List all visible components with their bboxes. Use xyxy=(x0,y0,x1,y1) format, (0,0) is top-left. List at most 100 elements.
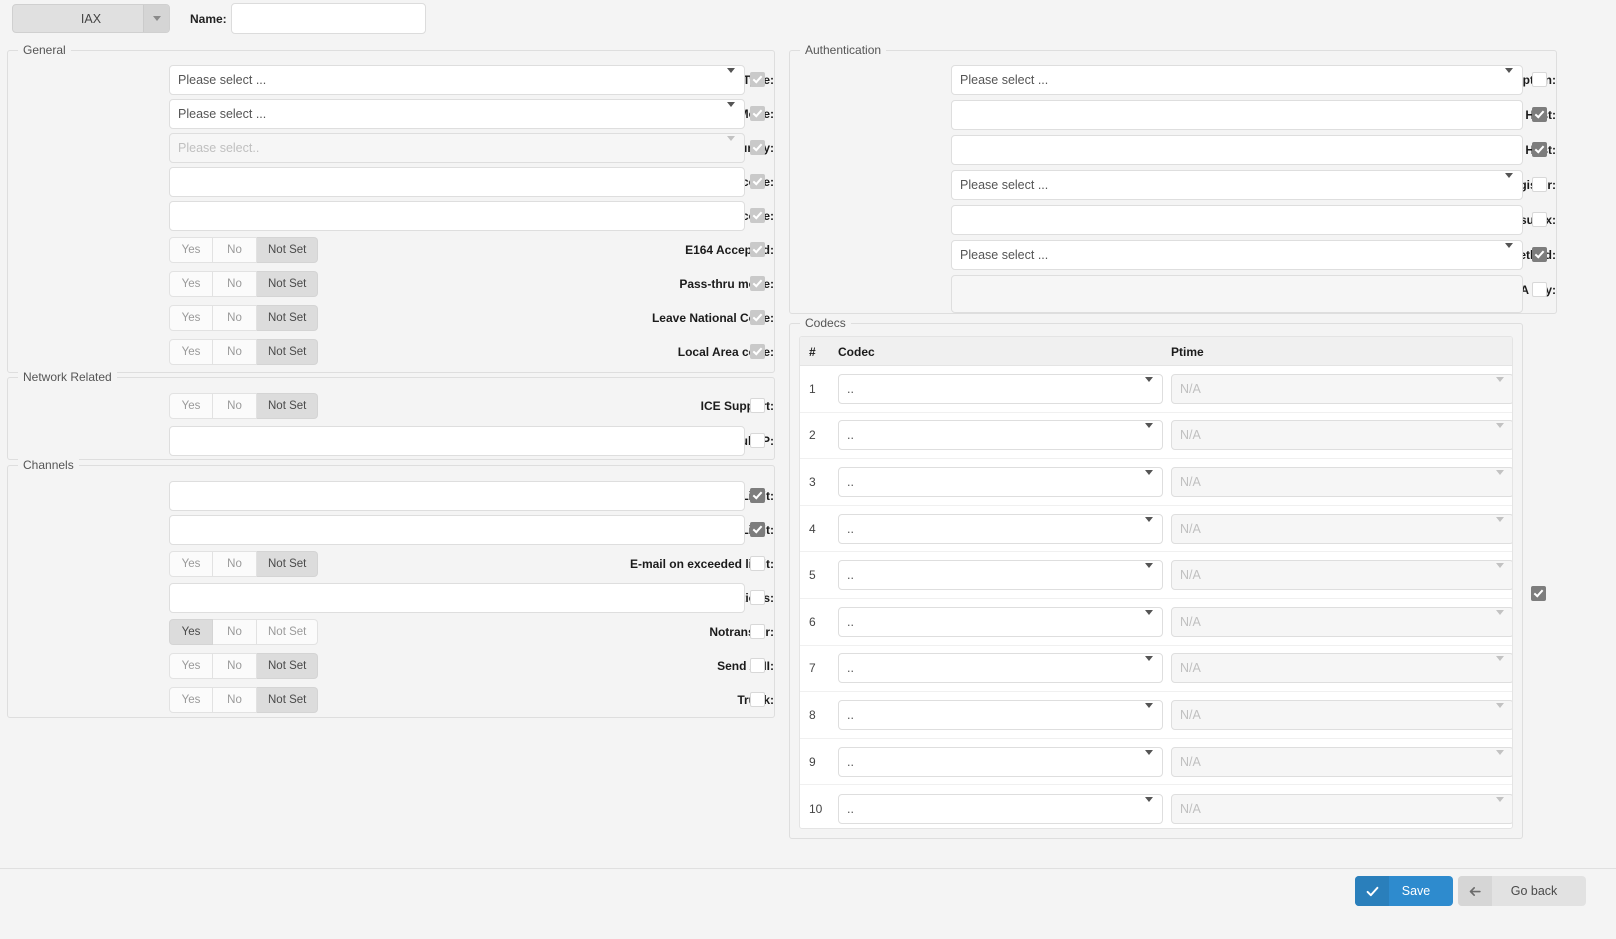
codec-select-control-4[interactable]: .. xyxy=(838,513,1163,544)
toggle-notransfer-not-set[interactable]: Not Set xyxy=(257,619,319,645)
toggle-ice-support-no[interactable]: No xyxy=(213,393,257,419)
input-international-dialing-code[interactable] xyxy=(169,201,745,231)
checkbox-register-suffix[interactable] xyxy=(1532,212,1547,227)
toggle-e164-accepted-no[interactable]: No xyxy=(213,237,257,263)
toggle-local-area-code-no[interactable]: No xyxy=(213,339,257,365)
chevron-down-icon xyxy=(1145,423,1153,443)
codec-select-control-7[interactable]: .. xyxy=(838,653,1163,684)
go-back-button[interactable]: Go back xyxy=(1458,876,1586,906)
codec-select-control-2[interactable]: .. xyxy=(838,420,1163,451)
toggle-pass-thru-mode-no[interactable]: No xyxy=(213,271,257,297)
toggle-pass-thru-mode-not-set[interactable]: Not Set xyxy=(257,271,319,297)
check-icon xyxy=(752,311,763,322)
checkbox-country[interactable] xyxy=(750,140,765,155)
input-peer-host[interactable] xyxy=(951,135,1523,165)
checkbox-incoming-limit[interactable] xyxy=(750,488,765,503)
select-auth-method[interactable]: Please select ... xyxy=(951,240,1523,270)
codec-row-number: 2 xyxy=(809,428,816,443)
toggle-e164-accepted-not-set[interactable]: Not Set xyxy=(257,237,319,263)
checkbox-ice-support[interactable] xyxy=(750,398,765,413)
toggle-e-mail-on-exceeded-limit-no[interactable]: No xyxy=(213,551,257,577)
toggle-local-area-code-yes[interactable]: Yes xyxy=(169,339,213,365)
codec-select-8: .. xyxy=(838,699,1163,730)
toggle-send-ani-yes[interactable]: Yes xyxy=(169,653,213,679)
toggle-send-ani-not-set[interactable]: Not Set xyxy=(257,653,319,679)
checkbox-international-dialing-code[interactable] xyxy=(750,208,765,223)
check-icon xyxy=(1534,248,1545,259)
toggle-notransfer-no[interactable]: No xyxy=(213,619,257,645)
toggle-trunk-yes[interactable]: Yes xyxy=(169,687,213,713)
save-button-label: Save xyxy=(1401,884,1431,898)
save-button[interactable]: Save xyxy=(1355,876,1453,906)
codec-select-6: .. xyxy=(838,606,1163,637)
account-type-value: IAX xyxy=(80,11,102,26)
checkbox-default-ip[interactable] xyxy=(750,433,765,448)
checkbox-trunk[interactable] xyxy=(750,692,765,707)
toggle-trunk-no[interactable]: No xyxy=(213,687,257,713)
checkbox-codecs[interactable] xyxy=(1531,586,1546,601)
checkbox-send-ani[interactable] xyxy=(750,658,765,673)
form-row-leave-national-code: Leave National Code: Yes No Not Set xyxy=(8,303,774,333)
select-register[interactable]: Please select ... xyxy=(951,170,1523,200)
toggle-send-ani-no[interactable]: No xyxy=(213,653,257,679)
toggle-e164-accepted-yes[interactable]: Yes xyxy=(169,237,213,263)
checkbox-encryption[interactable] xyxy=(1532,72,1547,87)
control-register-suffix xyxy=(951,205,1523,235)
account-type-select[interactable]: IAX xyxy=(12,4,170,33)
checkbox-host[interactable] xyxy=(1532,107,1547,122)
codec-select-control-10[interactable]: .. xyxy=(838,793,1163,824)
name-input[interactable] xyxy=(231,3,426,34)
input-register-suffix[interactable] xyxy=(951,205,1523,235)
select-encryption[interactable]: Please select ... xyxy=(951,65,1523,95)
checkbox-dtmf-mode[interactable] xyxy=(750,106,765,121)
input-outgoing-dial-options[interactable] xyxy=(169,583,745,613)
checkbox-e164-accepted[interactable] xyxy=(750,242,765,257)
checkbox-outgoing-dial-options[interactable] xyxy=(750,590,765,605)
toggle-local-area-code-not-set[interactable]: Not Set xyxy=(257,339,319,365)
toggle-trunk-not-set[interactable]: Not Set xyxy=(257,687,319,713)
checkbox-peer-host[interactable] xyxy=(1532,142,1547,157)
checkbox-outgoing-limit[interactable] xyxy=(750,522,765,537)
codec-select-control-3[interactable]: .. xyxy=(838,466,1163,497)
toggle-e-mail-on-exceeded-limit-not-set[interactable]: Not Set xyxy=(257,551,319,577)
toggle-leave-national-code-no[interactable]: No xyxy=(213,305,257,331)
toggle-notransfer-yes[interactable]: Yes xyxy=(169,619,213,645)
toggle-leave-national-code-not-set[interactable]: Not Set xyxy=(257,305,319,331)
input-national-dialing-code[interactable] xyxy=(169,167,745,197)
chevron-down-icon[interactable] xyxy=(143,5,169,32)
select-user-type[interactable]: Please select ... xyxy=(169,65,745,95)
ptime-select-value-8: N/A xyxy=(1180,707,1201,722)
toggle-leave-national-code-yes[interactable]: Yes xyxy=(169,305,213,331)
checkbox-user-type[interactable] xyxy=(750,72,765,87)
codec-select-control-8[interactable]: .. xyxy=(838,699,1163,730)
input-incoming-limit[interactable] xyxy=(169,481,745,511)
input-default-ip[interactable] xyxy=(169,426,745,456)
control-ice-support: Yes No Not Set xyxy=(169,391,745,421)
checkbox-register[interactable] xyxy=(1532,177,1547,192)
select-country[interactable]: Please select.. xyxy=(169,133,745,163)
codec-select-control-1[interactable]: .. xyxy=(838,373,1163,404)
toggle-ice-support-not-set[interactable]: Not Set xyxy=(257,393,319,419)
toggle-pass-thru-mode-yes[interactable]: Yes xyxy=(169,271,213,297)
checkbox-local-area-code[interactable] xyxy=(750,344,765,359)
codec-select-value-8: .. xyxy=(847,707,854,722)
checkbox-e-mail-on-exceeded-limit[interactable] xyxy=(750,556,765,571)
chevron-down-icon xyxy=(1496,563,1504,583)
input-host[interactable] xyxy=(951,100,1523,130)
checkbox-national-dialing-code[interactable] xyxy=(750,174,765,189)
checkbox-pass-thru-mode[interactable] xyxy=(750,276,765,291)
input-outgoing-limit[interactable] xyxy=(169,515,745,545)
codec-select-4: .. xyxy=(838,513,1163,544)
codec-select-value-10: .. xyxy=(847,801,854,816)
toggle-e-mail-on-exceeded-limit-yes[interactable]: Yes xyxy=(169,551,213,577)
toggle-ice-support-yes[interactable]: Yes xyxy=(169,393,213,419)
checkbox-notransfer[interactable] xyxy=(750,624,765,639)
select-dtmf-mode[interactable]: Please select ... xyxy=(169,99,745,129)
codec-select-control-6[interactable]: .. xyxy=(838,606,1163,637)
codec-select-control-5[interactable]: .. xyxy=(838,560,1163,591)
checkbox-leave-national-code[interactable] xyxy=(750,310,765,325)
ptime-select-value-6: N/A xyxy=(1180,614,1201,629)
checkbox-auth-method[interactable] xyxy=(1532,247,1547,262)
codec-select-control-9[interactable]: .. xyxy=(838,746,1163,777)
checkbox-rsa-key[interactable] xyxy=(1532,282,1547,297)
